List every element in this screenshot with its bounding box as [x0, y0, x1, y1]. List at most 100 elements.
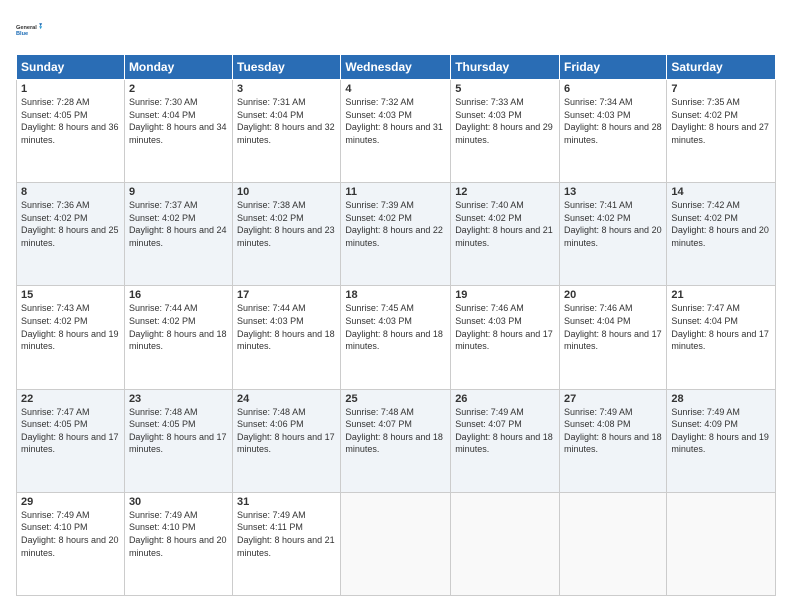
calendar-cell: 16Sunrise: 7:44 AMSunset: 4:02 PMDayligh… [124, 286, 232, 389]
day-number: 12 [455, 186, 555, 198]
day-number: 22 [21, 393, 120, 405]
day-info: Sunrise: 7:49 AMSunset: 4:09 PMDaylight:… [671, 406, 771, 456]
day-number: 17 [237, 289, 336, 301]
weekday-header: Wednesday [341, 55, 451, 80]
calendar-cell: 30Sunrise: 7:49 AMSunset: 4:10 PMDayligh… [124, 492, 232, 595]
calendar-table: SundayMondayTuesdayWednesdayThursdayFrid… [16, 54, 776, 596]
day-number: 5 [455, 83, 555, 95]
weekday-header: Tuesday [233, 55, 341, 80]
day-number: 31 [237, 496, 336, 508]
day-info: Sunrise: 7:37 AMSunset: 4:02 PMDaylight:… [129, 199, 228, 249]
day-info: Sunrise: 7:48 AMSunset: 4:07 PMDaylight:… [345, 406, 446, 456]
calendar-cell: 25Sunrise: 7:48 AMSunset: 4:07 PMDayligh… [341, 389, 451, 492]
calendar-cell [451, 492, 560, 595]
calendar-cell: 9Sunrise: 7:37 AMSunset: 4:02 PMDaylight… [124, 183, 232, 286]
day-info: Sunrise: 7:31 AMSunset: 4:04 PMDaylight:… [237, 96, 336, 146]
calendar-cell: 2Sunrise: 7:30 AMSunset: 4:04 PMDaylight… [124, 80, 232, 183]
weekday-header: Sunday [17, 55, 125, 80]
day-info: Sunrise: 7:49 AMSunset: 4:10 PMDaylight:… [21, 509, 120, 559]
calendar-cell: 15Sunrise: 7:43 AMSunset: 4:02 PMDayligh… [17, 286, 125, 389]
calendar-cell: 4Sunrise: 7:32 AMSunset: 4:03 PMDaylight… [341, 80, 451, 183]
day-number: 27 [564, 393, 662, 405]
day-number: 25 [345, 393, 446, 405]
day-number: 30 [129, 496, 228, 508]
page: GeneralBlue SundayMondayTuesdayWednesday… [0, 0, 792, 612]
day-info: Sunrise: 7:43 AMSunset: 4:02 PMDaylight:… [21, 302, 120, 352]
calendar-week-row: 15Sunrise: 7:43 AMSunset: 4:02 PMDayligh… [17, 286, 776, 389]
day-number: 4 [345, 83, 446, 95]
calendar-cell: 13Sunrise: 7:41 AMSunset: 4:02 PMDayligh… [560, 183, 667, 286]
calendar-week-row: 22Sunrise: 7:47 AMSunset: 4:05 PMDayligh… [17, 389, 776, 492]
day-number: 18 [345, 289, 446, 301]
calendar-cell: 24Sunrise: 7:48 AMSunset: 4:06 PMDayligh… [233, 389, 341, 492]
day-number: 21 [671, 289, 771, 301]
calendar-cell: 17Sunrise: 7:44 AMSunset: 4:03 PMDayligh… [233, 286, 341, 389]
calendar-cell: 29Sunrise: 7:49 AMSunset: 4:10 PMDayligh… [17, 492, 125, 595]
calendar-cell: 7Sunrise: 7:35 AMSunset: 4:02 PMDaylight… [667, 80, 776, 183]
day-info: Sunrise: 7:36 AMSunset: 4:02 PMDaylight:… [21, 199, 120, 249]
calendar-cell: 20Sunrise: 7:46 AMSunset: 4:04 PMDayligh… [560, 286, 667, 389]
day-info: Sunrise: 7:49 AMSunset: 4:10 PMDaylight:… [129, 509, 228, 559]
day-info: Sunrise: 7:47 AMSunset: 4:04 PMDaylight:… [671, 302, 771, 352]
day-number: 13 [564, 186, 662, 198]
calendar-cell: 31Sunrise: 7:49 AMSunset: 4:11 PMDayligh… [233, 492, 341, 595]
day-info: Sunrise: 7:40 AMSunset: 4:02 PMDaylight:… [455, 199, 555, 249]
day-info: Sunrise: 7:35 AMSunset: 4:02 PMDaylight:… [671, 96, 771, 146]
day-info: Sunrise: 7:47 AMSunset: 4:05 PMDaylight:… [21, 406, 120, 456]
calendar-cell: 14Sunrise: 7:42 AMSunset: 4:02 PMDayligh… [667, 183, 776, 286]
calendar-cell: 23Sunrise: 7:48 AMSunset: 4:05 PMDayligh… [124, 389, 232, 492]
calendar-cell: 26Sunrise: 7:49 AMSunset: 4:07 PMDayligh… [451, 389, 560, 492]
calendar-cell [667, 492, 776, 595]
day-number: 26 [455, 393, 555, 405]
day-info: Sunrise: 7:30 AMSunset: 4:04 PMDaylight:… [129, 96, 228, 146]
calendar-cell [560, 492, 667, 595]
day-number: 24 [237, 393, 336, 405]
day-info: Sunrise: 7:46 AMSunset: 4:03 PMDaylight:… [455, 302, 555, 352]
day-info: Sunrise: 7:41 AMSunset: 4:02 PMDaylight:… [564, 199, 662, 249]
calendar-cell: 21Sunrise: 7:47 AMSunset: 4:04 PMDayligh… [667, 286, 776, 389]
day-number: 19 [455, 289, 555, 301]
day-info: Sunrise: 7:48 AMSunset: 4:05 PMDaylight:… [129, 406, 228, 456]
weekday-header: Saturday [667, 55, 776, 80]
day-number: 28 [671, 393, 771, 405]
day-number: 9 [129, 186, 228, 198]
day-number: 11 [345, 186, 446, 198]
day-info: Sunrise: 7:28 AMSunset: 4:05 PMDaylight:… [21, 96, 120, 146]
svg-text:Blue: Blue [16, 31, 28, 37]
calendar-week-row: 8Sunrise: 7:36 AMSunset: 4:02 PMDaylight… [17, 183, 776, 286]
day-info: Sunrise: 7:49 AMSunset: 4:07 PMDaylight:… [455, 406, 555, 456]
day-info: Sunrise: 7:38 AMSunset: 4:02 PMDaylight:… [237, 199, 336, 249]
calendar-cell: 12Sunrise: 7:40 AMSunset: 4:02 PMDayligh… [451, 183, 560, 286]
calendar-cell: 5Sunrise: 7:33 AMSunset: 4:03 PMDaylight… [451, 80, 560, 183]
calendar-week-row: 1Sunrise: 7:28 AMSunset: 4:05 PMDaylight… [17, 80, 776, 183]
svg-text:General: General [16, 25, 37, 31]
weekday-header: Thursday [451, 55, 560, 80]
calendar-cell: 6Sunrise: 7:34 AMSunset: 4:03 PMDaylight… [560, 80, 667, 183]
calendar-cell: 18Sunrise: 7:45 AMSunset: 4:03 PMDayligh… [341, 286, 451, 389]
day-number: 6 [564, 83, 662, 95]
calendar-cell: 1Sunrise: 7:28 AMSunset: 4:05 PMDaylight… [17, 80, 125, 183]
day-number: 16 [129, 289, 228, 301]
day-info: Sunrise: 7:42 AMSunset: 4:02 PMDaylight:… [671, 199, 771, 249]
day-info: Sunrise: 7:46 AMSunset: 4:04 PMDaylight:… [564, 302, 662, 352]
calendar-cell: 22Sunrise: 7:47 AMSunset: 4:05 PMDayligh… [17, 389, 125, 492]
header: GeneralBlue [16, 16, 776, 44]
day-info: Sunrise: 7:44 AMSunset: 4:03 PMDaylight:… [237, 302, 336, 352]
calendar-cell: 28Sunrise: 7:49 AMSunset: 4:09 PMDayligh… [667, 389, 776, 492]
day-info: Sunrise: 7:33 AMSunset: 4:03 PMDaylight:… [455, 96, 555, 146]
calendar-header-row: SundayMondayTuesdayWednesdayThursdayFrid… [17, 55, 776, 80]
day-number: 10 [237, 186, 336, 198]
day-number: 20 [564, 289, 662, 301]
day-number: 14 [671, 186, 771, 198]
calendar-cell: 27Sunrise: 7:49 AMSunset: 4:08 PMDayligh… [560, 389, 667, 492]
day-info: Sunrise: 7:39 AMSunset: 4:02 PMDaylight:… [345, 199, 446, 249]
day-number: 8 [21, 186, 120, 198]
calendar-cell: 8Sunrise: 7:36 AMSunset: 4:02 PMDaylight… [17, 183, 125, 286]
calendar-body: 1Sunrise: 7:28 AMSunset: 4:05 PMDaylight… [17, 80, 776, 596]
day-number: 1 [21, 83, 120, 95]
day-info: Sunrise: 7:49 AMSunset: 4:11 PMDaylight:… [237, 509, 336, 559]
weekday-header: Monday [124, 55, 232, 80]
calendar-cell: 3Sunrise: 7:31 AMSunset: 4:04 PMDaylight… [233, 80, 341, 183]
day-number: 2 [129, 83, 228, 95]
day-info: Sunrise: 7:48 AMSunset: 4:06 PMDaylight:… [237, 406, 336, 456]
